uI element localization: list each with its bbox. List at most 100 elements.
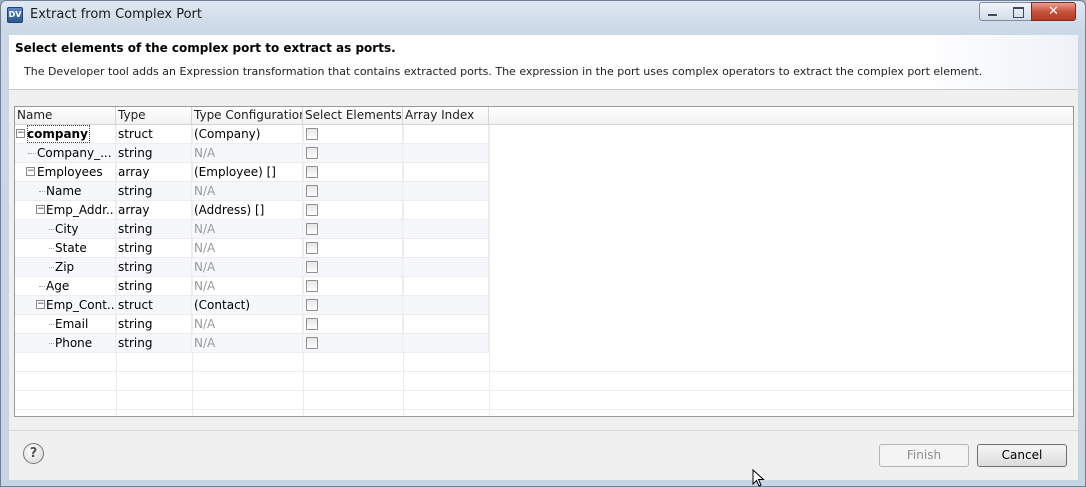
table-row[interactable]: Name string N/A — [15, 182, 489, 201]
select-element-cell — [303, 258, 403, 277]
tree-cell: Name — [15, 182, 116, 201]
element-name: company — [27, 125, 90, 143]
select-element-checkbox[interactable] — [306, 318, 318, 330]
element-type-configuration: N/A — [192, 182, 303, 201]
select-element-checkbox[interactable] — [306, 242, 318, 254]
tree-connector — [28, 153, 36, 154]
collapse-icon[interactable]: − — [36, 300, 45, 309]
cancel-button[interactable]: Cancel — [977, 444, 1067, 467]
element-name: Email — [55, 317, 89, 331]
minimize-button[interactable] — [979, 2, 1006, 21]
table-row[interactable]: Email string N/A — [15, 315, 489, 334]
select-element-checkbox[interactable] — [306, 261, 318, 273]
element-type-configuration: N/A — [192, 258, 303, 277]
select-element-checkbox[interactable] — [306, 128, 318, 140]
dialog-description: The Developer tool adds an Expression tr… — [24, 65, 983, 78]
finish-button[interactable]: Finish — [879, 444, 969, 467]
element-name: Name — [46, 184, 82, 198]
array-index-cell[interactable] — [403, 125, 489, 144]
array-index-cell[interactable] — [403, 220, 489, 239]
window-title: Extract from Complex Port — [30, 7, 203, 22]
tree-connector — [49, 229, 54, 230]
table-row[interactable]: Zip string N/A — [15, 258, 489, 277]
element-name: Emp_Addr... — [46, 203, 116, 217]
select-element-cell — [303, 334, 403, 353]
tree-cell: Zip — [15, 258, 116, 277]
table-row[interactable]: − company struct (Company) — [15, 125, 489, 144]
tree-connector — [39, 286, 45, 287]
tree-cell: Email — [15, 315, 116, 334]
table-row[interactable]: − Emp_Cont... struct (Contact) — [15, 296, 489, 315]
dialog-content: Name Type Type Configuration Select Elem… — [9, 90, 1078, 430]
tree-connector — [49, 267, 54, 268]
table-row[interactable]: Company_... string N/A — [15, 144, 489, 163]
tree-cell: Age — [15, 277, 116, 296]
close-button[interactable]: ✕ — [1031, 2, 1076, 21]
table-row[interactable]: − Employees array (Employee) [] — [15, 163, 489, 182]
element-type-configuration: N/A — [192, 277, 303, 296]
collapse-icon[interactable]: − — [36, 205, 45, 214]
developer-app-icon: DV — [7, 7, 23, 23]
element-type-configuration: N/A — [192, 144, 303, 163]
element-type-configuration: N/A — [192, 334, 303, 353]
dialog-heading: Select elements of the complex port to e… — [15, 41, 396, 55]
table-row[interactable]: State string N/A — [15, 239, 489, 258]
select-element-cell — [303, 125, 403, 144]
element-type: string — [116, 334, 192, 353]
element-type: string — [116, 182, 192, 201]
element-type: string — [116, 144, 192, 163]
select-element-checkbox[interactable] — [306, 166, 318, 178]
empty-row — [15, 372, 1073, 391]
array-index-cell[interactable] — [403, 239, 489, 258]
array-index-cell[interactable] — [403, 277, 489, 296]
select-element-checkbox[interactable] — [306, 204, 318, 216]
element-name: Emp_Cont... — [46, 298, 116, 312]
title-bar[interactable]: DV Extract from Complex Port ✕ — [1, 1, 1085, 29]
select-element-cell — [303, 296, 403, 315]
table-header: Name Type Type Configuration Select Elem… — [15, 107, 1073, 125]
array-index-cell[interactable] — [403, 296, 489, 315]
column-header-type[interactable]: Type — [116, 107, 192, 125]
element-type-configuration: (Address) [] — [192, 201, 303, 220]
array-index-cell[interactable] — [403, 144, 489, 163]
select-element-cell — [303, 201, 403, 220]
array-index-cell[interactable] — [403, 182, 489, 201]
tree-cell: − company — [15, 125, 116, 144]
element-type-configuration: N/A — [192, 239, 303, 258]
array-index-cell[interactable] — [403, 334, 489, 353]
array-index-cell[interactable] — [403, 258, 489, 277]
select-element-cell — [303, 144, 403, 163]
help-icon[interactable]: ? — [23, 443, 44, 464]
select-element-checkbox[interactable] — [306, 185, 318, 197]
element-type-configuration: (Contact) — [192, 296, 303, 315]
column-header-array-index[interactable]: Array Index — [403, 107, 489, 125]
table-row[interactable]: City string N/A — [15, 220, 489, 239]
table-row[interactable]: − Emp_Addr... array (Address) [] — [15, 201, 489, 220]
collapse-icon[interactable]: − — [16, 129, 25, 138]
column-header-select-elements[interactable]: Select Elements — [303, 107, 403, 125]
select-element-cell — [303, 182, 403, 201]
select-element-cell — [303, 163, 403, 182]
element-type: struct — [116, 125, 192, 144]
select-element-checkbox[interactable] — [306, 280, 318, 292]
column-header-type-configuration[interactable]: Type Configuration — [192, 107, 303, 125]
element-type: struct — [116, 296, 192, 315]
select-element-checkbox[interactable] — [306, 223, 318, 235]
table-row[interactable]: Age string N/A — [15, 277, 489, 296]
table-row[interactable]: Phone string N/A — [15, 334, 489, 353]
collapse-icon[interactable]: − — [26, 167, 35, 176]
element-name: State — [55, 241, 87, 255]
maximize-button[interactable] — [1005, 2, 1032, 21]
element-type-configuration: (Employee) [] — [192, 163, 303, 182]
column-header-name[interactable]: Name — [15, 107, 116, 125]
tree-cell: State — [15, 239, 116, 258]
select-element-checkbox[interactable] — [306, 337, 318, 349]
tree-cell: Phone — [15, 334, 116, 353]
select-element-checkbox[interactable] — [306, 299, 318, 311]
array-index-cell[interactable] — [403, 315, 489, 334]
element-name: Age — [46, 279, 70, 293]
array-index-cell[interactable] — [403, 163, 489, 182]
dialog-window: DV Extract from Complex Port ✕ Select el… — [0, 0, 1086, 487]
array-index-cell[interactable] — [403, 201, 489, 220]
select-element-checkbox[interactable] — [306, 147, 318, 159]
